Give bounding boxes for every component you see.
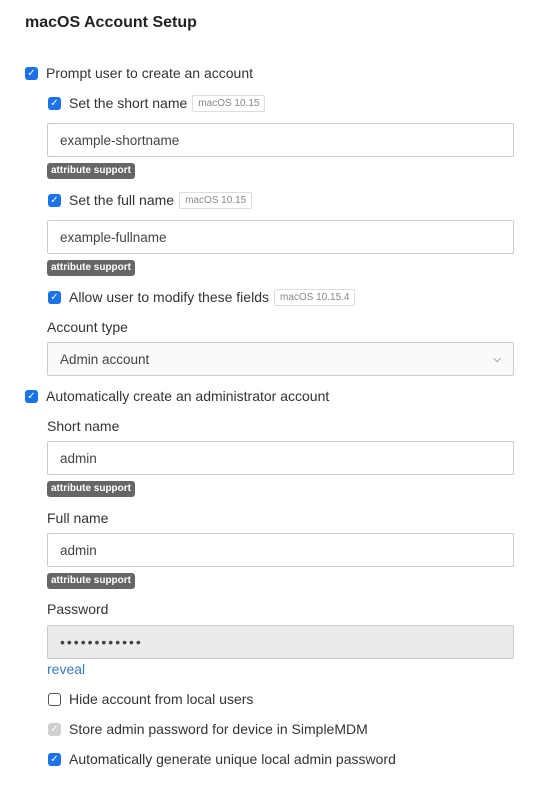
full-name-label: Full name (47, 510, 109, 526)
auto-generate-label: Automatically generate unique local admi… (69, 751, 396, 767)
short-name-input[interactable]: example-shortname (47, 123, 514, 157)
account-type-select[interactable]: Admin account ⌵ (47, 342, 514, 376)
full-name-toggle-label: Set the full name (69, 192, 175, 208)
hide-account-label: Hide account from local users (69, 691, 254, 707)
store-password-label: Store admin password for device in Simpl… (69, 721, 368, 737)
os-version-badge: macOS 10.15.4 (273, 288, 356, 306)
admin-full-name-input[interactable]: admin (47, 533, 514, 567)
attribute-support-badge: attribute support (47, 573, 135, 589)
account-type-value: Admin account (60, 351, 150, 367)
prompt-user-checkbox-row[interactable]: ✓ Prompt user to create an account (25, 63, 253, 83)
full-name-checkbox-row[interactable]: ✓ Set the full name macOS 10.15 (48, 190, 253, 210)
checkbox-unchecked-icon[interactable] (48, 692, 61, 706)
full-name-input[interactable]: example-fullname (47, 220, 514, 254)
reveal-link[interactable]: reveal (47, 661, 85, 677)
auto-generate-checkbox-row[interactable]: ✓ Automatically generate unique local ad… (48, 749, 396, 769)
prompt-user-label: Prompt user to create an account (46, 65, 253, 81)
attribute-support-badge: attribute support (47, 163, 135, 179)
short-name-checkbox-row[interactable]: ✓ Set the short name macOS 10.15 (48, 93, 266, 113)
password-label: Password (47, 601, 109, 617)
attribute-support-badge: attribute support (47, 260, 135, 276)
admin-short-name-input[interactable]: admin (47, 441, 514, 475)
short-name-label: Short name (47, 418, 120, 434)
chevron-down-icon: ⌵ (493, 353, 501, 365)
checkbox-checked-icon[interactable]: ✓ (48, 193, 61, 207)
checkbox-checked-icon[interactable]: ✓ (48, 752, 61, 766)
checkbox-checked-icon[interactable]: ✓ (25, 66, 38, 80)
auto-admin-checkbox-row[interactable]: ✓ Automatically create an administrator … (25, 386, 329, 406)
short-name-toggle-label: Set the short name (69, 95, 188, 111)
checkbox-checked-icon[interactable]: ✓ (48, 96, 61, 110)
attribute-support-badge: attribute support (47, 481, 135, 497)
checkbox-disabled-checked-icon: ✓ (48, 722, 61, 736)
os-version-badge: macOS 10.15 (192, 94, 266, 112)
allow-modify-checkbox-row[interactable]: ✓ Allow user to modify these fields macO… (48, 287, 356, 307)
checkbox-checked-icon[interactable]: ✓ (48, 290, 61, 304)
account-type-label: Account type (47, 319, 128, 335)
password-input[interactable]: •••••••••••• (47, 625, 514, 659)
auto-admin-label: Automatically create an administrator ac… (46, 388, 330, 404)
page-title: macOS Account Setup (25, 14, 197, 31)
store-password-checkbox-row: ✓ Store admin password for device in Sim… (48, 719, 368, 739)
hide-account-checkbox-row[interactable]: Hide account from local users (48, 689, 253, 709)
checkbox-checked-icon[interactable]: ✓ (25, 389, 38, 403)
allow-modify-label: Allow user to modify these fields (69, 289, 269, 305)
os-version-badge: macOS 10.15 (179, 191, 253, 209)
